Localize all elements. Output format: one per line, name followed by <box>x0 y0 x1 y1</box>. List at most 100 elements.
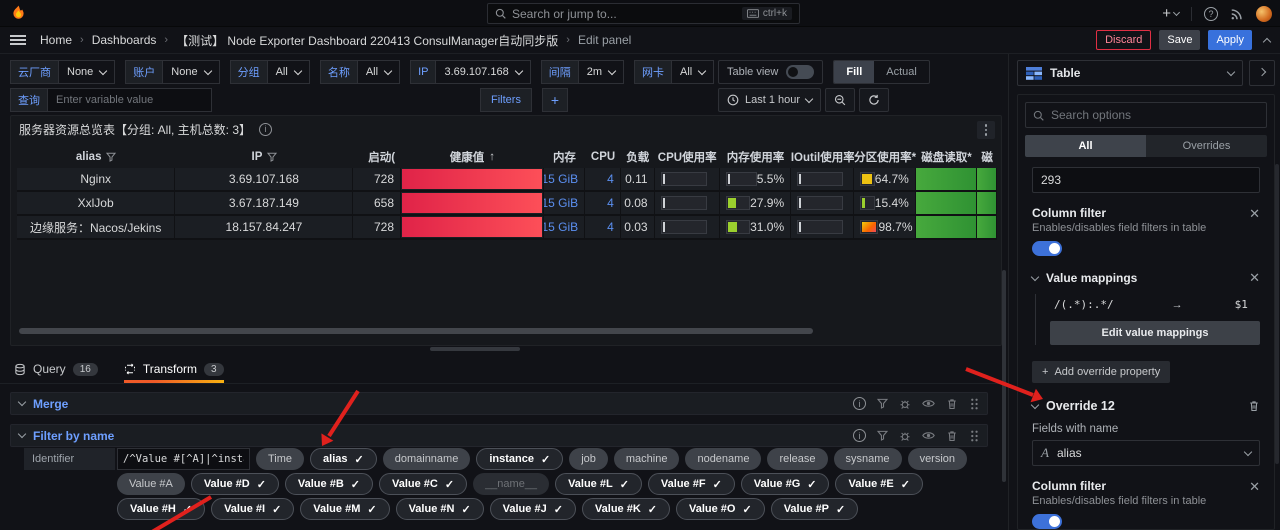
zoom-out-button[interactable] <box>825 88 856 112</box>
eye-icon[interactable] <box>922 398 935 409</box>
field-pill[interactable]: Value #O ✓ <box>676 498 765 520</box>
variable-value-dropdown[interactable]: 2m <box>577 60 624 84</box>
field-pill[interactable]: Value #L ✓ <box>555 473 642 495</box>
breadcrumb-home[interactable]: Home <box>40 33 72 47</box>
refresh-button[interactable] <box>859 88 890 112</box>
filter-icon[interactable] <box>267 152 278 162</box>
field-pill[interactable]: Value #G ✓ <box>740 473 830 495</box>
query-variable-input[interactable]: Enter variable value <box>47 88 212 112</box>
tab-overrides[interactable]: Overrides <box>1146 135 1267 157</box>
col-header-ip[interactable]: IP <box>175 146 353 168</box>
options-search-input[interactable]: Search options <box>1025 102 1267 128</box>
remove-property-icon[interactable]: ✕ <box>1249 270 1260 286</box>
col-header-disk-more[interactable]: 磁 <box>977 146 997 168</box>
breadcrumb-dashboard-title[interactable]: 【测试】 Node Exporter Dashboard 220413 Cons… <box>176 32 558 49</box>
variable-value-dropdown[interactable]: None <box>58 60 116 84</box>
override-12-header[interactable]: Override 12 <box>1030 399 1260 413</box>
news-icon[interactable] <box>1230 7 1244 21</box>
col-header-cpu[interactable]: CPU <box>585 146 621 168</box>
chevron-down-icon[interactable] <box>17 397 27 407</box>
panel-menu-icon[interactable] <box>977 121 995 139</box>
identifier-input[interactable] <box>117 448 250 470</box>
tab-query[interactable]: Query 16 <box>14 362 98 383</box>
field-pill[interactable]: Value #H ✓ <box>117 498 206 520</box>
remove-property-icon[interactable]: ✕ <box>1249 480 1260 493</box>
add-filter-button[interactable]: + <box>541 88 568 112</box>
col-header-load[interactable]: 负载 <box>621 146 655 168</box>
toggle-knob[interactable] <box>786 65 815 79</box>
field-pill[interactable]: Value #C ✓ <box>378 473 468 495</box>
trash-icon[interactable] <box>946 430 958 442</box>
help-icon[interactable]: ? <box>1204 6 1218 21</box>
col-header-uptime[interactable]: 启动( <box>354 146 402 168</box>
field-pill[interactable]: alias ✓ <box>310 448 377 470</box>
apply-button[interactable]: Apply <box>1208 30 1252 50</box>
panel-title[interactable]: 服务器资源总览表【分组: All, 主机总数: 3】 <box>19 121 251 138</box>
column-filter-toggle[interactable] <box>1032 241 1062 256</box>
variable-value-dropdown[interactable]: All <box>670 60 715 84</box>
field-pill[interactable]: sysname <box>833 448 902 470</box>
resize-handle[interactable] <box>430 347 520 351</box>
eye-icon[interactable] <box>922 430 935 441</box>
drag-handle-icon[interactable] <box>969 398 979 410</box>
variable-value-dropdown[interactable]: All <box>266 60 310 84</box>
field-pill[interactable]: Value #J ✓ <box>489 498 576 520</box>
field-pill[interactable]: Value #P ✓ <box>770 498 859 520</box>
chevron-down-icon[interactable] <box>1030 400 1040 409</box>
field-pill[interactable]: Value #K ✓ <box>581 498 670 520</box>
col-header-health[interactable]: 健康值 ↑ <box>401 146 544 168</box>
bug-icon[interactable] <box>899 430 911 442</box>
time-range-picker[interactable]: Last 1 hour <box>718 88 822 112</box>
info-icon[interactable]: i <box>853 429 866 442</box>
field-pill[interactable]: Time <box>256 448 305 470</box>
col-header-memory[interactable]: 内存 <box>544 146 586 168</box>
chevron-down-icon[interactable] <box>1030 272 1040 281</box>
filters-button[interactable]: Filters <box>480 88 532 112</box>
info-icon[interactable]: i <box>853 397 866 410</box>
field-pill[interactable]: job <box>569 448 608 470</box>
edit-value-mappings-button[interactable]: Edit value mappings <box>1050 321 1260 345</box>
toggle-pane-button[interactable] <box>1249 60 1275 86</box>
discard-button[interactable]: Discard <box>1096 30 1152 50</box>
column-width-input[interactable] <box>1032 167 1260 193</box>
field-pill[interactable]: Value #E ✓ <box>835 473 923 495</box>
trash-icon[interactable] <box>946 398 958 410</box>
tab-all[interactable]: All <box>1025 135 1146 157</box>
col-header-alias[interactable]: alias <box>17 146 175 168</box>
fill-button[interactable]: Fill <box>834 61 875 83</box>
table-view-toggle[interactable]: Table view <box>718 60 824 84</box>
table-row[interactable]: 边缘服务：Nacos/Jekins 18.157.84.247 728 15 G… <box>17 216 997 240</box>
grafana-logo-icon[interactable] <box>10 4 27 22</box>
drag-handle-icon[interactable] <box>969 430 979 442</box>
variable-value-dropdown[interactable]: None <box>162 60 220 84</box>
field-pill[interactable]: Value #I ✓ <box>211 498 295 520</box>
col-header-disk-read[interactable]: 磁盘读取* <box>916 146 977 168</box>
filter-icon[interactable] <box>106 152 117 162</box>
field-pill[interactable]: Value #F ✓ <box>647 473 735 495</box>
add-override-property-button[interactable]: + Add override property <box>1032 361 1171 383</box>
field-pill[interactable]: Value #M ✓ <box>300 498 390 520</box>
horizontal-scrollbar[interactable] <box>19 328 813 334</box>
tab-transform[interactable]: Transform 3 <box>123 362 224 383</box>
actual-button[interactable]: Actual <box>874 61 929 83</box>
table-row[interactable]: XxlJob 3.67.187.149 658 15 GiB 4 0.08 27… <box>17 192 997 216</box>
col-header-cpu-usage[interactable]: CPU使用率 <box>655 146 720 168</box>
add-menu-button[interactable]: + <box>1162 5 1181 22</box>
info-icon[interactable]: i <box>259 122 273 136</box>
field-pill[interactable]: nodename <box>685 448 762 470</box>
col-header-ioutil[interactable]: IOutil使用率 <box>791 146 854 168</box>
field-pill[interactable]: Value #B ✓ <box>284 473 373 495</box>
remove-property-icon[interactable]: ✕ <box>1249 207 1260 220</box>
col-header-partition[interactable]: 分区使用率* <box>854 146 915 168</box>
menu-icon[interactable] <box>10 35 26 45</box>
field-pill[interactable]: domainname <box>382 448 471 470</box>
variable-value-dropdown[interactable]: 3.69.107.168 <box>435 60 531 84</box>
global-search-input[interactable]: Search or jump to... ctrl+k <box>487 3 800 24</box>
table-row[interactable]: Nginx 3.69.107.168 728 15 GiB 4 0.11 5.5… <box>17 168 997 192</box>
field-pill[interactable]: Value #D ✓ <box>190 473 279 495</box>
filter-icon[interactable] <box>877 430 888 441</box>
filter-icon[interactable] <box>877 398 888 409</box>
avatar[interactable] <box>1256 5 1272 22</box>
variable-value-dropdown[interactable]: All <box>356 60 401 84</box>
field-pill[interactable]: version <box>907 448 968 470</box>
